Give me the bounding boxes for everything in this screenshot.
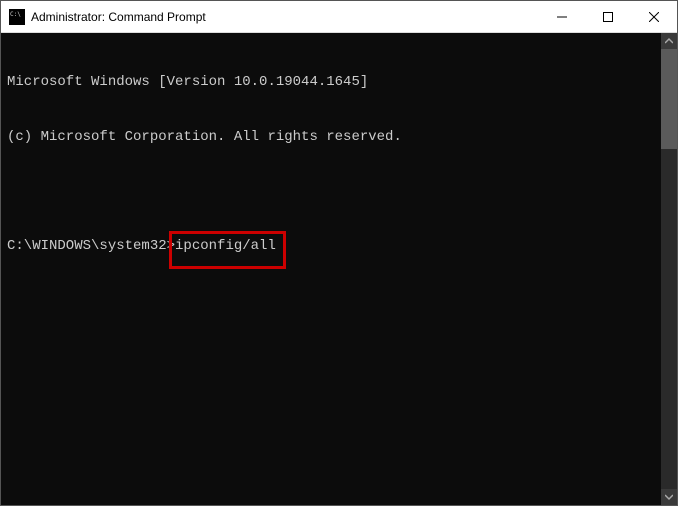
scrollbar-down-button[interactable] xyxy=(661,489,677,505)
minimize-icon xyxy=(557,12,567,22)
minimize-button[interactable] xyxy=(539,1,585,32)
terminal-prompt-line: C:\WINDOWS\system32>ipconfig/all xyxy=(7,237,655,255)
terminal-area: Microsoft Windows [Version 10.0.19044.16… xyxy=(1,33,677,505)
terminal-prompt: C:\WINDOWS\system32> xyxy=(7,237,175,255)
chevron-down-icon xyxy=(665,493,673,501)
maximize-icon xyxy=(603,12,613,22)
terminal-output-line: Microsoft Windows [Version 10.0.19044.16… xyxy=(7,73,655,91)
close-icon xyxy=(649,12,659,22)
app-icon xyxy=(9,9,25,25)
close-button[interactable] xyxy=(631,1,677,32)
terminal-blank-line xyxy=(7,183,655,201)
maximize-button[interactable] xyxy=(585,1,631,32)
scrollbar-thumb[interactable] xyxy=(661,49,677,149)
terminal-output-line: (c) Microsoft Corporation. All rights re… xyxy=(7,128,655,146)
scrollbar-up-button[interactable] xyxy=(661,33,677,49)
window-controls xyxy=(539,1,677,32)
terminal-command: ipconfig/all xyxy=(175,238,276,254)
vertical-scrollbar[interactable] xyxy=(661,33,677,505)
chevron-up-icon xyxy=(665,37,673,45)
window-title: Administrator: Command Prompt xyxy=(31,10,539,24)
terminal-content[interactable]: Microsoft Windows [Version 10.0.19044.16… xyxy=(1,33,661,505)
command-prompt-window: Administrator: Command Prompt Microsoft … xyxy=(0,0,678,506)
titlebar[interactable]: Administrator: Command Prompt xyxy=(1,1,677,33)
